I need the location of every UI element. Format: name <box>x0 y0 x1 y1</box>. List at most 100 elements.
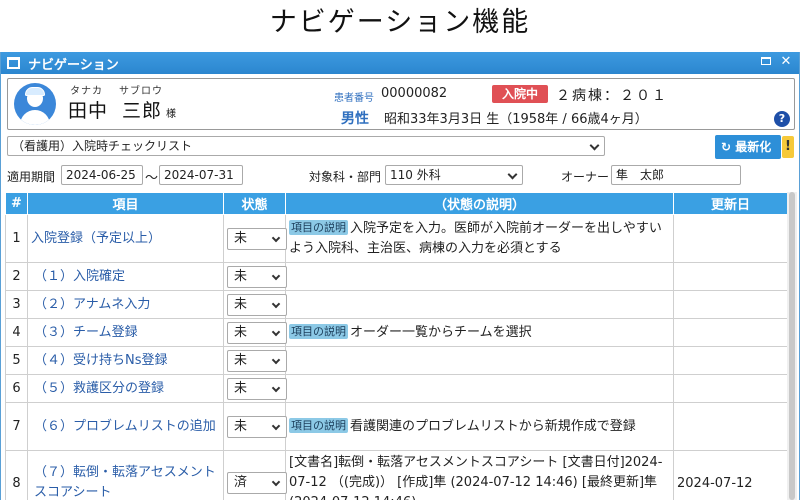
row-desc-text: オーダー一覧からチームを選択 <box>350 324 532 340</box>
chevron-down-icon <box>271 421 281 430</box>
row-status-cell: 未 <box>223 346 287 375</box>
refresh-button[interactable]: ↻ 最新化 <box>715 135 781 159</box>
row-status-value: 未 <box>234 324 248 340</box>
chevron-down-icon <box>271 299 281 308</box>
patient-name: 田中 三郎様 <box>68 96 177 123</box>
row-status-cell: 未 <box>223 402 287 451</box>
row-status-cell: 未 <box>223 290 287 319</box>
row-item-link[interactable]: （１）入院確定 <box>27 262 224 291</box>
row-item-link[interactable]: （７）転倒・転落アセスメントスコアシート <box>27 450 224 500</box>
row-status-cell: 未 <box>223 374 287 403</box>
dept-select[interactable]: 110 外科 <box>385 165 523 185</box>
row-desc: 項目の説明 入院予定を入力。医師が入院前オーダーを出しやすいよう入院科、主治医、病… <box>285 214 674 263</box>
row-status-select[interactable]: 未 <box>227 415 287 438</box>
row-updated <box>673 290 787 319</box>
row-status-value: 未 <box>234 230 248 246</box>
row-updated <box>673 346 787 375</box>
row-desc-text: 看護関連のプロブレムリストから新規作成で登録 <box>350 418 636 434</box>
scrollbar-thumb[interactable] <box>789 192 795 500</box>
row-desc <box>285 374 674 403</box>
table-row[interactable]: 6 （５）救護区分の登録未 <box>5 374 787 403</box>
chevron-down-icon <box>271 477 281 487</box>
close-button[interactable]: ✕ <box>779 54 793 70</box>
row-status-select[interactable]: 未 <box>227 265 287 288</box>
row-desc <box>285 290 674 319</box>
row-status-select[interactable]: 未 <box>227 377 287 400</box>
table-scrollbar[interactable] <box>787 192 797 500</box>
period-from-input[interactable]: 2024-06-25 <box>61 165 143 185</box>
row-item-link[interactable]: （５）救護区分の登録 <box>27 374 224 403</box>
table-row[interactable]: 2 （１）入院確定未 <box>5 262 787 291</box>
patient-banner: タナカ サブロウ 田中 三郎様 患者番号 00000082 入院中 ２病棟：２０１ … <box>7 78 795 130</box>
row-desc: [文書名]転倒・転落アセスメントスコアシート [文書日付]2024-07-12 … <box>285 450 674 500</box>
row-item-link[interactable]: （４）受け持ちNs登録 <box>27 346 224 375</box>
chevron-down-icon <box>271 355 281 364</box>
table-header-row: # 項目 状態 （状態の説明） 更新日 <box>5 192 787 215</box>
table-row[interactable]: 1 入院登録（予定以上） 未 項目の説明 入院予定を入力。医師が入院前オーダーを出しやす… <box>5 214 787 263</box>
row-status-cell: 未 <box>223 318 287 347</box>
window-titlebar: ナビゲーション ✕ <box>1 52 799 74</box>
row-desc <box>285 346 674 375</box>
row-number: 4 <box>5 318 28 347</box>
table-row[interactable]: 7 （６）プロブレムリストの追加未 項目の説明 看護関連のプロブレムリストから新規作成… <box>5 402 787 451</box>
row-updated: 2024-07-12 <box>673 450 787 500</box>
row-status-select[interactable]: 未 <box>227 293 287 316</box>
window-icon <box>7 57 20 69</box>
row-status-cell: 未 <box>223 214 287 263</box>
owner-input[interactable]: 隼 太郎 <box>611 165 741 185</box>
checklist-select[interactable]: （看護用）入院時チェックリスト <box>7 136 605 156</box>
patient-birth: 昭和33年3月3日 生（1958年 / 66歳4ヶ月） <box>384 112 648 127</box>
row-item-link[interactable]: 入院登録（予定以上） <box>27 214 224 263</box>
row-status-cell: 未 <box>223 262 287 291</box>
row-status-select[interactable]: 未 <box>227 227 287 250</box>
item-desc-tag: 項目の説明 <box>289 323 348 339</box>
patient-sex: 男性 <box>341 111 369 127</box>
row-status-cell: 済 <box>223 450 287 500</box>
period-label: 適用期間 <box>7 170 56 184</box>
row-updated <box>673 262 787 291</box>
chevron-down-icon <box>589 140 600 151</box>
row-status-select[interactable]: 済 <box>227 472 287 494</box>
period-separator: ～ <box>145 171 159 186</box>
maximize-button[interactable] <box>759 54 773 70</box>
row-updated <box>673 318 787 347</box>
table-row[interactable]: 8 （７）転倒・転落アセスメントスコアシート済 [文書名]転倒・転落アセスメントスコ… <box>5 450 787 500</box>
patient-ward: ２病棟：２０１ <box>556 88 668 104</box>
row-status-select[interactable]: 未 <box>227 321 287 344</box>
row-number: 1 <box>5 214 28 263</box>
window-controls: ✕ <box>759 54 793 70</box>
window-title: ナビゲーション <box>28 57 119 73</box>
row-status-value: 未 <box>234 418 248 434</box>
period-to-input[interactable]: 2024-07-31 <box>159 165 243 185</box>
patient-honorific: 様 <box>166 109 178 120</box>
row-desc-text: [文書名]転倒・転落アセスメントスコアシート [文書日付]2024-07-12 … <box>289 455 663 500</box>
table-row[interactable]: 5 （４）受け持ちNs登録未 <box>5 346 787 375</box>
col-header-item[interactable]: 項目 <box>27 192 224 215</box>
patient-id-label: 患者番号 <box>334 93 374 104</box>
row-item-link[interactable]: （３）チーム登録 <box>27 318 224 347</box>
table-row[interactable]: 3 （２）アナムネ入力未 <box>5 290 787 319</box>
col-header-desc[interactable]: （状態の説明） <box>285 192 674 215</box>
row-item-link[interactable]: （２）アナムネ入力 <box>27 290 224 319</box>
row-number: 7 <box>5 402 28 451</box>
patient-name-first: 三郎 <box>122 100 163 122</box>
admission-status-badge: 入院中 <box>492 85 548 103</box>
warning-icon[interactable]: ! <box>782 136 794 158</box>
chevron-down-icon <box>271 327 281 336</box>
row-status-select[interactable]: 未 <box>227 349 287 372</box>
row-item-link[interactable]: （６）プロブレムリストの追加 <box>27 402 224 451</box>
row-updated <box>673 402 787 451</box>
col-header-updated[interactable]: 更新日 <box>673 192 787 215</box>
patient-id: 00000082 <box>381 86 448 101</box>
row-desc <box>285 262 674 291</box>
checklist-table: # 項目 状態 （状態の説明） 更新日 1 入院登録（予定以上） 未 項目の説明 入院予… <box>5 192 787 500</box>
row-number: 8 <box>5 450 28 500</box>
table-row[interactable]: 4 （３）チーム登録未 項目の説明 オーダー一覧からチームを選択 <box>5 318 787 347</box>
row-desc: 項目の説明 オーダー一覧からチームを選択 <box>285 318 674 347</box>
col-header-status[interactable]: 状態 <box>223 192 286 215</box>
help-icon[interactable]: ? <box>774 111 790 127</box>
patient-name-last: 田中 <box>68 100 109 122</box>
owner-label: オーナー <box>561 170 610 184</box>
row-updated <box>673 374 787 403</box>
refresh-icon: ↻ <box>721 140 736 154</box>
